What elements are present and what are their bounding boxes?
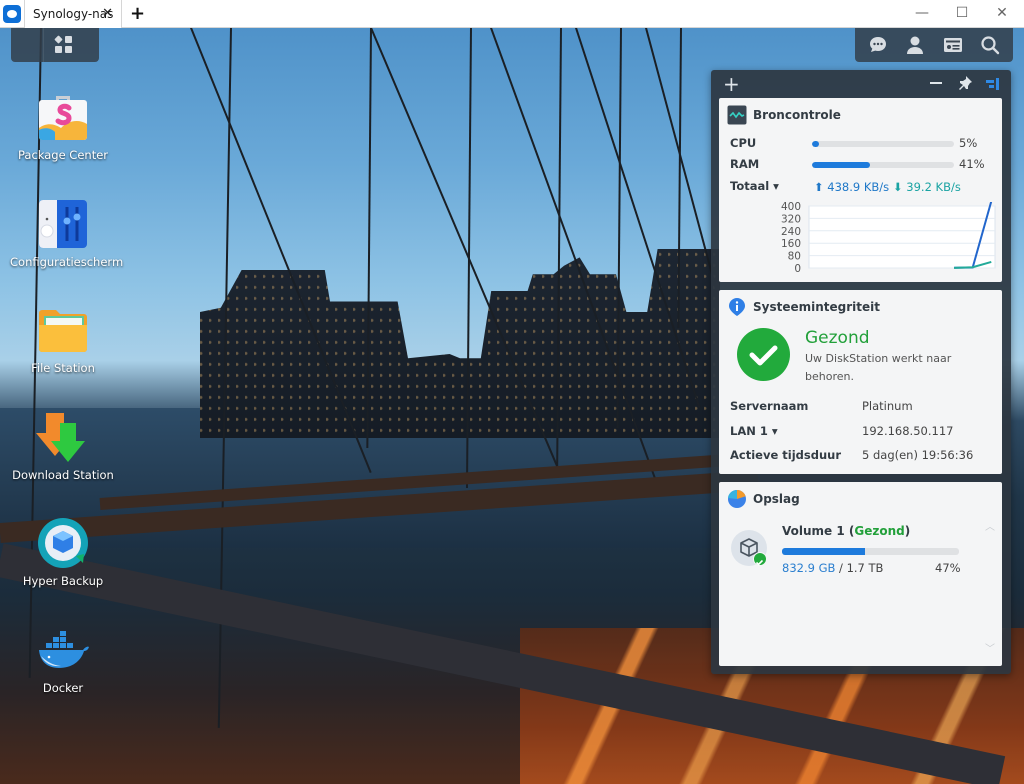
tab-close-icon[interactable]: ✕ (102, 6, 113, 21)
cpu-label: CPU (730, 136, 757, 150)
chart-y-tick-label: 80 (788, 251, 801, 263)
download-arrow-icon: ⬇ (893, 180, 903, 194)
widget-panel-header: + (711, 70, 1011, 98)
cpu-usage-bar (812, 141, 954, 147)
desktop-icon-label: Configuratiescherm (10, 255, 124, 269)
scroll-down-icon[interactable]: ﹀ (985, 640, 995, 655)
hyper-backup-icon (36, 516, 90, 570)
widgets-icon[interactable] (942, 34, 964, 56)
widget-title: Broncontrole (753, 108, 841, 122)
upload-value: 438.9 KB/s (827, 180, 890, 194)
widget-title: Systeemintegriteit (753, 300, 881, 314)
volume-percent: 47% (935, 561, 961, 575)
main-menu-button[interactable] (11, 28, 99, 62)
upload-rate: ⬆ 438.9 KB/s (814, 180, 889, 194)
ram-usage-fill (812, 162, 871, 168)
widget-title: Opslag (753, 492, 800, 506)
window-maximize-button[interactable]: ☐ (952, 5, 972, 21)
desktop-icon-label: Docker (42, 681, 84, 695)
search-icon[interactable] (979, 34, 1001, 56)
dock-icon[interactable] (985, 76, 999, 90)
server-name-label: Servernaam (730, 399, 809, 413)
pin-icon[interactable] (957, 75, 973, 91)
resource-monitor-icon (727, 105, 747, 125)
chart-y-tick-label: 320 (781, 213, 801, 225)
download-value: 39.2 KB/s (906, 180, 961, 194)
desktop-icon-label: Package Center (17, 148, 109, 162)
minimize-icon[interactable] (930, 82, 942, 84)
server-name-value: Platinum (862, 399, 913, 413)
tab-synology-nas[interactable]: Synology-nas ✕ (24, 0, 122, 28)
uptime-value: 5 dag(en) 19:56:36 (862, 448, 974, 462)
main-menu-grid-icon (54, 35, 73, 54)
volume-title[interactable]: Volume 1 (Gezond) (782, 524, 910, 538)
browser-titlebar: Synology-nas ✕ + — ☐ ✕ (0, 0, 1024, 28)
window-close-button[interactable]: ✕ (992, 5, 1012, 21)
system-health-widget: Systeemintegriteit Gezond Uw DiskStation… (719, 290, 1002, 474)
teamviewer-logo-icon (3, 5, 21, 23)
chart-y-tick-label: 160 (781, 238, 801, 250)
file-station-icon (36, 303, 90, 357)
desktop-icon-control-panel[interactable]: Configuratiescherm (4, 197, 124, 270)
wallpaper-skyline (200, 249, 720, 438)
uptime-label: Actieve tijdsduur (730, 448, 841, 462)
lan-dropdown[interactable]: LAN 1 ▾ (730, 424, 778, 438)
ram-label: RAM (730, 157, 760, 171)
healthy-check-icon (737, 328, 790, 381)
package-center-icon (36, 90, 90, 144)
window-minimize-button[interactable]: — (912, 5, 932, 21)
chart-y-tick-label: 400 (781, 202, 801, 213)
scroll-up-icon[interactable]: ︿ (985, 518, 995, 533)
desktop-icon-package-center[interactable]: Package Center (4, 90, 122, 163)
chart-y-tick-label: 240 (781, 226, 801, 238)
info-icon (727, 297, 747, 317)
volume-status: Gezond (854, 524, 905, 538)
docker-icon (36, 623, 90, 677)
cpu-percent: 5% (959, 136, 978, 150)
chart-y-tick-label: 0 (794, 263, 801, 274)
ram-usage-bar (812, 162, 954, 168)
volume-used: 832.9 GB (782, 561, 836, 575)
network-chart: 400320240160800 (781, 202, 996, 274)
health-status: Gezond (805, 328, 870, 348)
desktop-icon-docker[interactable]: Docker (4, 623, 122, 696)
chat-icon[interactable] (867, 34, 889, 56)
volume-total: 1.7 TB (846, 561, 884, 575)
system-tray (855, 28, 1013, 62)
network-total-dropdown[interactable]: Totaal ▾ (730, 179, 779, 193)
storage-pie-icon (727, 489, 747, 509)
lan-ip-value: 192.168.50.117 (862, 424, 954, 438)
desktop-icon-label: Hyper Backup (22, 574, 104, 588)
desktop-icon-file-station[interactable]: File Station (4, 303, 122, 376)
ram-percent: 41% (959, 157, 985, 171)
desktop-icon-label: Download Station (12, 468, 114, 482)
volume-title-paren: ) (904, 524, 911, 538)
volume-name: Volume 1 ( (782, 524, 855, 538)
volume-healthy-badge-icon (753, 552, 767, 566)
new-tab-button[interactable]: + (130, 3, 145, 24)
volume-separator: / (835, 561, 847, 575)
volume-usage-fill (782, 548, 866, 555)
user-icon[interactable] (904, 34, 926, 56)
upload-arrow-icon: ⬆ (814, 180, 824, 194)
widget-panel: + Broncontrole CPU 5% RAM 41% Totaal ▾ ⬆… (711, 70, 1011, 674)
volume-usage-bar (782, 548, 959, 555)
storage-widget: Opslag ︿ Volume 1 (Gezond) 832.9 GB / 1.… (719, 482, 1002, 666)
volume-usage-text: 832.9 GB / 1.7 TB (782, 561, 883, 575)
download-station-icon (36, 410, 90, 464)
health-description: Uw DiskStation werkt naar behoren. (805, 352, 952, 383)
chart-plot-area (808, 205, 996, 269)
control-panel-icon (36, 197, 90, 251)
add-widget-button[interactable]: + (723, 72, 740, 96)
download-rate: ⬇ 39.2 KB/s (893, 180, 961, 194)
desktop-icon-download-station[interactable]: Download Station (4, 410, 122, 483)
desktop-icon-label: File Station (31, 361, 95, 375)
desktop-icon-hyper-backup[interactable]: Hyper Backup (4, 516, 122, 589)
cpu-usage-fill (812, 141, 820, 147)
resource-monitor-widget: Broncontrole CPU 5% RAM 41% Totaal ▾ ⬆ 4… (719, 98, 1002, 282)
